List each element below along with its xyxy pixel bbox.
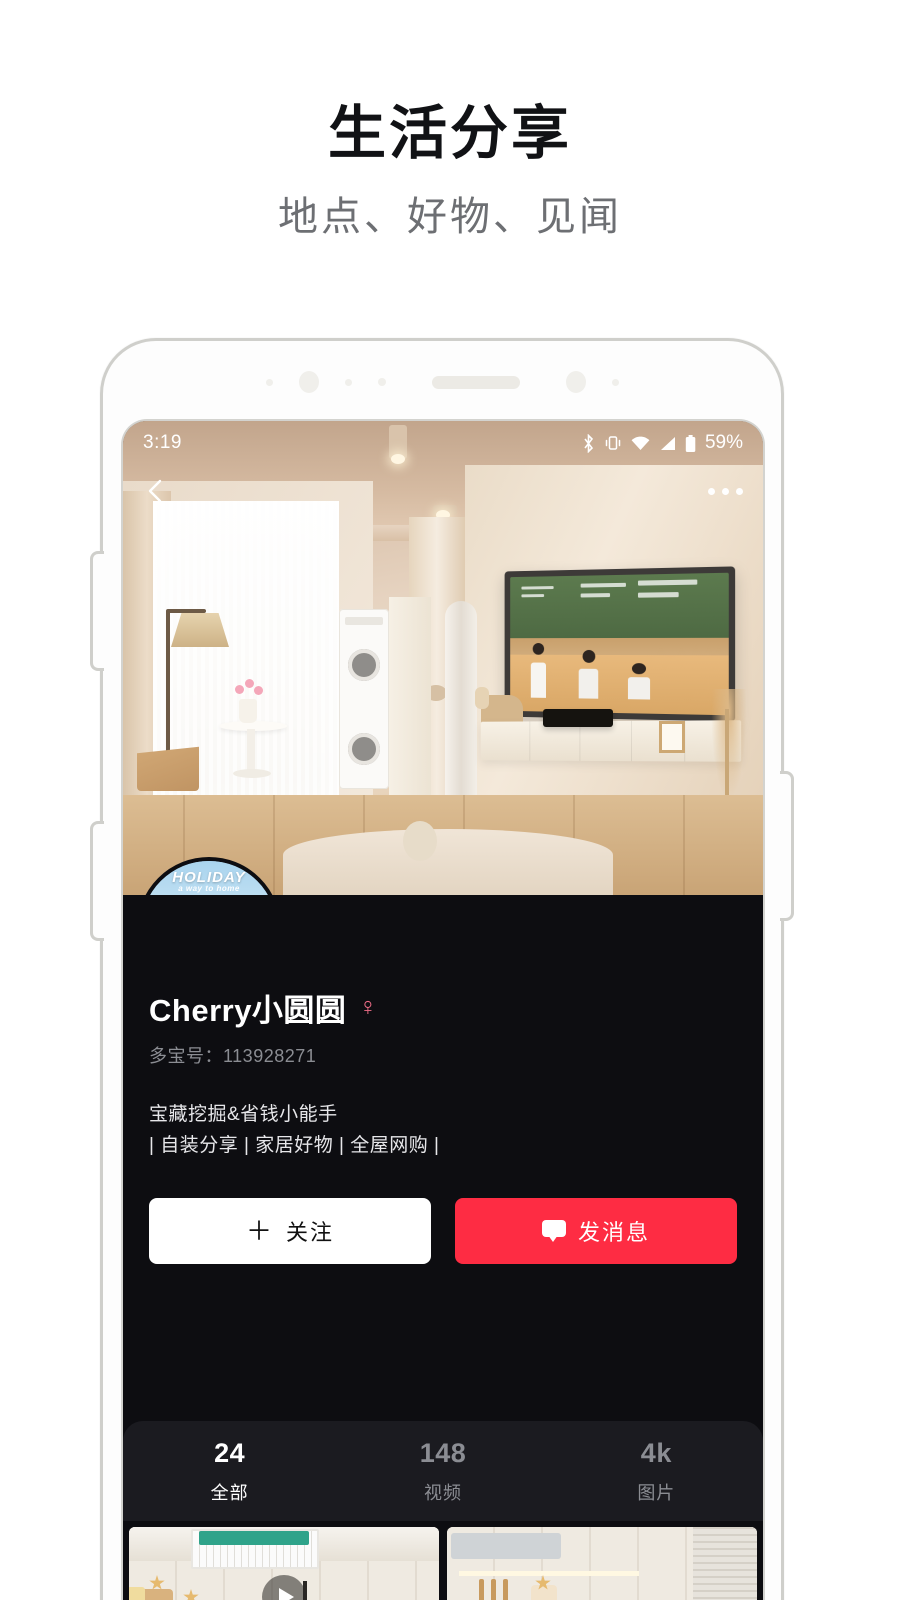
tab-videos-count: 148 [419,1437,467,1468]
content-stats-tabs: 24 全部 148 视频 4k 图片 [123,1421,763,1521]
earpiece-speaker [431,375,520,389]
volume-up-button[interactable] [90,551,104,671]
laser-projector [543,709,613,727]
sensor-dot-icon [611,378,619,386]
bio-line-1: 宝藏挖掘&省钱小能手 [149,1104,338,1125]
wifi-icon [631,436,650,450]
sensor-dot-icon [377,378,386,386]
top-nav-bar [123,471,763,511]
tab-videos-label: 视频 [423,1482,462,1503]
vibrate-icon [605,436,621,450]
page-title: 生活分享 [327,101,572,166]
plus-icon: ＋ [245,1215,274,1246]
user-id: 多宝号：113928271 [149,1046,317,1066]
username-row: Cherry小圆圆 ♀ [149,895,737,1030]
sensor-dot-icon [344,378,352,386]
tab-all-count: 24 [214,1437,246,1468]
floor-lamp-arm [166,609,206,613]
battery-icon [685,434,696,452]
air-conditioner [445,601,477,809]
status-icons: 59% [582,432,743,454]
content-grid [123,1521,763,1600]
status-bar: 3:19 59% [123,421,763,465]
tab-images[interactable]: 4k 图片 [550,1438,763,1505]
tulip-flowers [233,679,265,703]
sensor-dot-icon [265,378,273,386]
send-message-button[interactable]: 发消息 [455,1197,737,1264]
tall-cabinet [389,597,431,805]
profile-info-panel: Cherry小圆圆 ♀ 多宝号：113928271 宝藏挖掘&省钱小能手 | 自… [123,895,763,1264]
tab-images-label: 图片 [637,1482,676,1503]
tab-videos[interactable]: 148 视频 [336,1438,549,1505]
wall-television [504,566,736,722]
phone-mockup-frame: 3:19 59% HOLIDAY a way to home Cherry小圆圆… [90,338,794,1600]
cellular-signal-icon [660,436,675,450]
table-foot [233,769,271,778]
back-chevron-icon[interactable] [143,478,169,504]
tab-all-label: 全部 [210,1482,249,1503]
follow-button-label: 关注 [286,1219,335,1245]
bio-line-2: | 自装分享 | 家居好物 | 全屋网购 | [149,1134,440,1156]
volume-down-button[interactable] [90,821,104,941]
tab-images-count: 4k [640,1437,672,1468]
bluetooth-icon [584,433,594,453]
battery-percent: 59% [704,432,743,453]
power-button[interactable] [780,771,794,921]
status-time: 3:19 [143,432,182,453]
tab-all[interactable]: 24 全部 [123,1438,336,1505]
floor-lamp-pole [166,611,170,771]
send-message-label: 发消息 [577,1219,650,1245]
front-camera-icon [298,371,319,393]
username: Cherry小圆圆 [149,993,347,1028]
phone-sensor-row [103,369,781,395]
user-bio: 宝藏挖掘&省钱小能手 | 自装分享 | 家居好物 | 全屋网购 | [149,1100,737,1162]
grid-item-photo[interactable] [447,1527,757,1600]
picture-frame [659,721,685,753]
more-options-icon[interactable] [708,487,743,495]
chat-bubble-icon [541,1220,566,1243]
profile-action-buttons: ＋ 关注 发消息 [149,1197,737,1264]
table-leg [247,729,255,773]
area-rug [283,829,613,895]
page-subtitle: 地点、好物、见闻 [278,195,622,239]
gender-female-icon: ♀ [358,993,378,1021]
follow-button[interactable]: ＋ 关注 [149,1197,431,1264]
washer-dryer-stack [339,609,389,789]
screenshot-root: 生活分享 地点、好物、见闻 3:19 59% HOLIDAY a way to … [0,0,900,1600]
phone-screen: 3:19 59% HOLIDAY a way to home Cherry小圆圆… [121,419,765,1600]
avatar-overlay-subtitle: a way to home [178,884,240,894]
pampas-grass-decor [711,689,747,799]
sensor-dot-icon [565,371,586,393]
floor-pouf [403,821,437,861]
grid-item-video[interactable] [129,1527,439,1600]
